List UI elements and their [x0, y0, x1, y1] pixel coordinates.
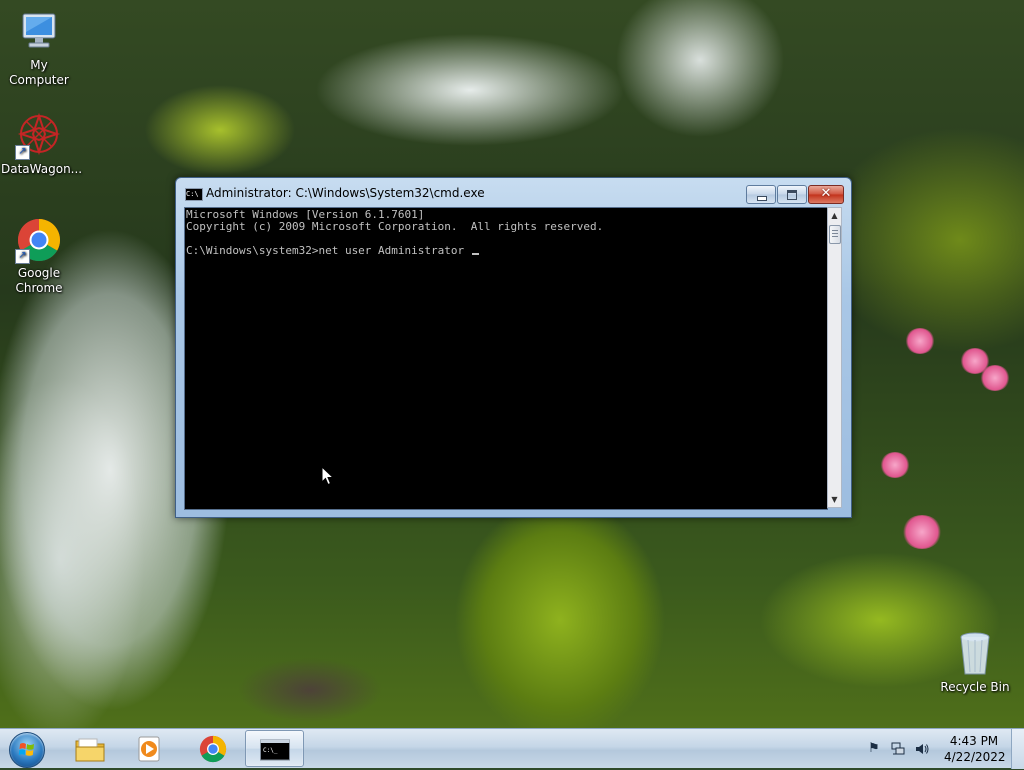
window-title: Administrator: C:\Windows\System32\cmd.e…	[206, 186, 485, 200]
taskbar-item-command-prompt[interactable]: C:\_	[245, 730, 304, 767]
cmd-icon: C:\	[185, 188, 203, 201]
scroll-up-arrow-icon[interactable]: ▲	[828, 208, 841, 223]
network-icon[interactable]	[890, 741, 906, 757]
start-button[interactable]	[4, 730, 48, 768]
scroll-down-arrow-icon[interactable]: ▼	[828, 492, 841, 507]
volume-icon[interactable]	[914, 741, 930, 757]
desktop-icon-my-computer[interactable]: My Computer	[1, 8, 77, 88]
desktop-icon-google-chrome[interactable]: ↗ Google Chrome	[1, 216, 77, 296]
desktop-icon-label: Google Chrome	[15, 266, 63, 295]
wallpaper-flower	[905, 328, 935, 354]
wallpaper-flower	[880, 452, 910, 478]
computer-icon	[15, 8, 63, 56]
scrollbar-thumb[interactable]	[829, 225, 841, 244]
windows-logo-icon	[9, 732, 45, 768]
vertical-scrollbar[interactable]: ▲ ▼	[827, 207, 842, 508]
taskbar-item-google-chrome[interactable]	[184, 730, 240, 767]
datawagon-icon: ↗	[15, 112, 63, 160]
close-button[interactable]: ✕	[808, 185, 844, 204]
show-desktop-button[interactable]	[1011, 729, 1024, 769]
shortcut-arrow-icon: ↗	[15, 145, 30, 160]
cmd-icon: C:\_	[260, 737, 290, 763]
wallpaper-flower	[980, 365, 1010, 391]
shortcut-arrow-icon: ↗	[15, 249, 30, 264]
desktop-icon-label: My Computer	[9, 58, 69, 87]
console-prompt-line[interactable]: C:\Windows\system32>net user Administrat…	[186, 244, 471, 257]
wallpaper-flower	[902, 515, 942, 549]
maximize-button[interactable]	[777, 185, 807, 204]
mouse-pointer-icon	[321, 465, 335, 486]
console-line: Copyright (c) 2009 Microsoft Corporation…	[186, 220, 604, 233]
media-player-icon	[135, 736, 163, 762]
desktop-icon-label: Recycle Bin	[940, 680, 1010, 694]
taskbar-item-windows-explorer[interactable]	[61, 730, 117, 767]
svg-text:C:\_: C:\_	[263, 747, 278, 754]
chrome-icon	[198, 735, 227, 763]
clock-date[interactable]: 4/22/2022	[944, 750, 1006, 764]
flag-icon[interactable]: ⚑	[866, 741, 882, 757]
console-area[interactable]: Microsoft Windows [Version 6.1.7601] Cop…	[184, 207, 828, 510]
window-titlebar[interactable]: C:\ Administrator: C:\Windows\System32\c…	[176, 178, 851, 207]
desktop-icon-label: DataWagon...	[1, 162, 83, 176]
folder-icon	[75, 736, 105, 762]
minimize-button[interactable]	[746, 185, 776, 204]
taskbar: C:\_ ⚑ 4:43 PM 4/22/2022	[0, 728, 1024, 769]
close-icon: ✕	[820, 186, 832, 201]
text-cursor	[471, 253, 479, 255]
cmd-window[interactable]: C:\ Administrator: C:\Windows\System32\c…	[175, 177, 852, 518]
desktop-icon-datawagon[interactable]: ↗ DataWagon...	[1, 112, 83, 177]
clock-time[interactable]: 4:43 PM	[944, 734, 1004, 748]
chrome-icon: ↗	[15, 216, 63, 264]
console-output: Microsoft Windows [Version 6.1.7601] Cop…	[186, 209, 603, 257]
desktop-icon-recycle-bin[interactable]: Recycle Bin	[937, 630, 1013, 695]
taskbar-item-windows-media-player[interactable]	[121, 730, 177, 767]
recycle-bin-icon	[951, 630, 999, 678]
